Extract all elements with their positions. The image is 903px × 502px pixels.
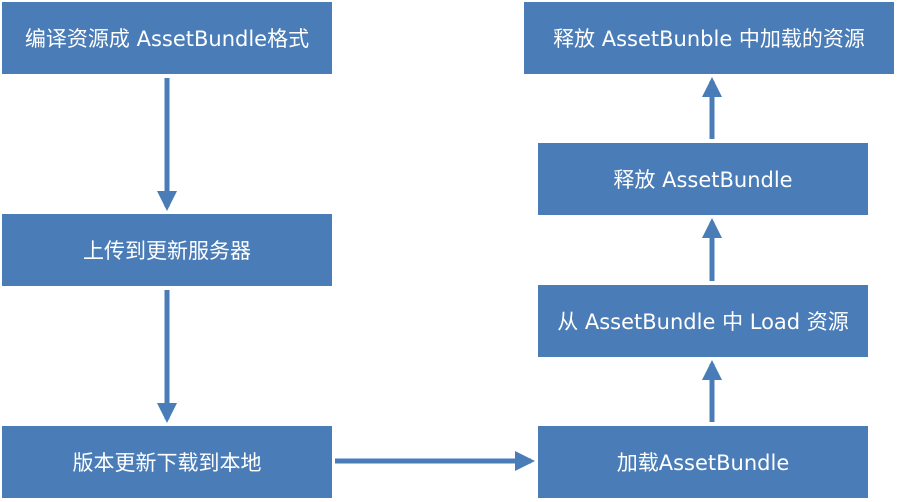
flow-arrows [157, 77, 722, 471]
